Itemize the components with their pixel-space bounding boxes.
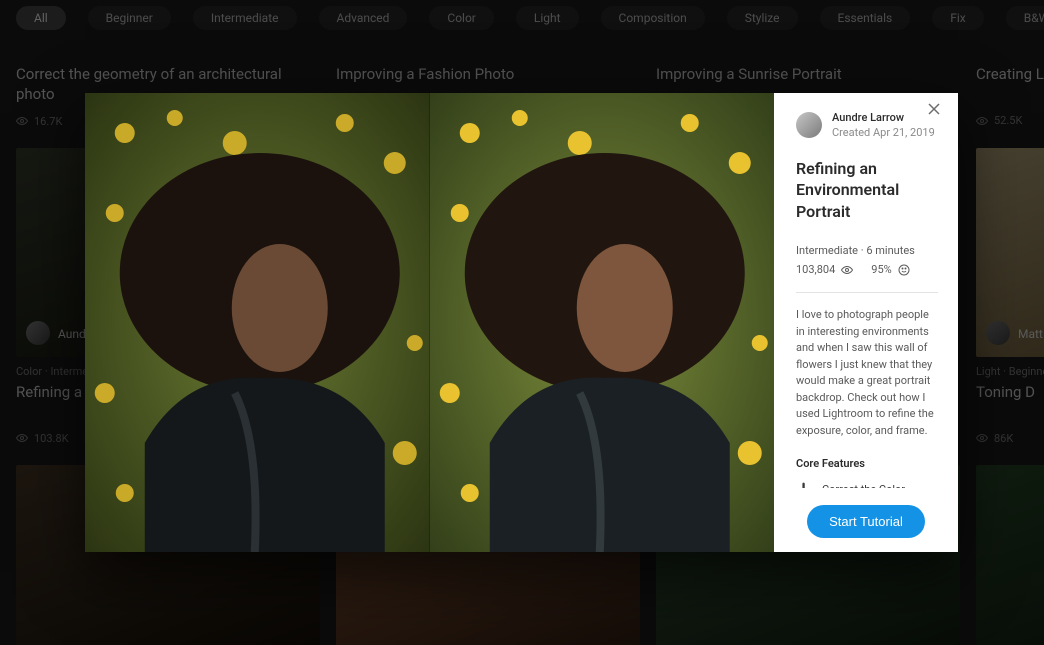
eye-icon xyxy=(841,264,853,276)
before-after-preview xyxy=(85,93,774,552)
tutorial-detail-modal: Aundre Larrow Created Apr 21, 2019 Refin… xyxy=(85,93,958,552)
filter-pill[interactable]: Advanced xyxy=(319,6,408,30)
feature-item: Correct the Color xyxy=(796,482,938,488)
eye-icon xyxy=(16,432,28,444)
filter-pill[interactable]: Intermediate xyxy=(193,6,297,30)
view-count: 103,804 xyxy=(796,263,835,276)
tutorial-stats: 103,804 95% xyxy=(796,263,938,276)
card-stats: 86K xyxy=(976,432,1044,445)
core-features-heading: Core Features xyxy=(796,457,938,470)
preview-before xyxy=(85,93,430,552)
filter-pill[interactable]: B&W xyxy=(1006,6,1044,30)
avatar xyxy=(986,321,1010,345)
card-title: Toning D xyxy=(976,382,1044,422)
panel-scroll[interactable]: Aundre Larrow Created Apr 21, 2019 Refin… xyxy=(796,111,944,488)
eye-icon xyxy=(976,115,988,127)
preview-after xyxy=(430,93,775,552)
filter-pill[interactable]: Fix xyxy=(932,6,984,30)
filter-pill[interactable]: Stylize xyxy=(727,6,798,30)
author-row: Aundre Larrow Created Apr 21, 2019 xyxy=(796,111,938,140)
tutorial-description: I love to photograph people in interesti… xyxy=(796,307,938,439)
filter-pill[interactable]: Light xyxy=(516,6,579,30)
eye-icon xyxy=(16,115,28,127)
thermometer-icon xyxy=(796,482,810,488)
divider xyxy=(796,292,938,293)
tutorial-info-panel: Aundre Larrow Created Apr 21, 2019 Refin… xyxy=(774,93,958,552)
filter-bar: All Beginner Intermediate Advanced Color… xyxy=(0,0,1044,36)
filter-pill[interactable]: Color xyxy=(429,6,493,30)
filter-pill[interactable]: Composition xyxy=(601,6,705,30)
author-name: Aundre Larrow xyxy=(832,111,935,125)
start-tutorial-button[interactable]: Start Tutorial xyxy=(807,505,925,538)
tutorial-card[interactable] xyxy=(976,465,1044,645)
created-date: Created Apr 21, 2019 xyxy=(832,126,935,140)
card-stats: 52.5K xyxy=(976,114,1044,127)
card-author: Matt xyxy=(1018,327,1043,341)
card-title: Creating Landscape xyxy=(976,64,1044,104)
filter-pill[interactable]: All xyxy=(16,6,66,30)
feature-label: Correct the Color xyxy=(822,483,905,488)
tutorial-card[interactable]: Matt Light · Beginner Toning D 86K xyxy=(976,148,1044,445)
smiley-icon xyxy=(898,264,910,276)
filter-pill[interactable]: Beginner xyxy=(88,6,171,30)
tutorial-card[interactable]: Creating Landscape 52.5K xyxy=(976,56,1044,128)
tutorial-title: Refining an Environmental Portrait xyxy=(796,158,938,223)
tutorial-level-duration: Intermediate · 6 minutes xyxy=(796,244,938,257)
avatar xyxy=(26,321,50,345)
author-avatar xyxy=(796,112,822,138)
eye-icon xyxy=(976,432,988,444)
filter-pill[interactable]: Essentials xyxy=(820,6,911,30)
card-meta: Light · Beginner xyxy=(976,365,1044,378)
smiley-percent: 95% xyxy=(871,263,891,276)
